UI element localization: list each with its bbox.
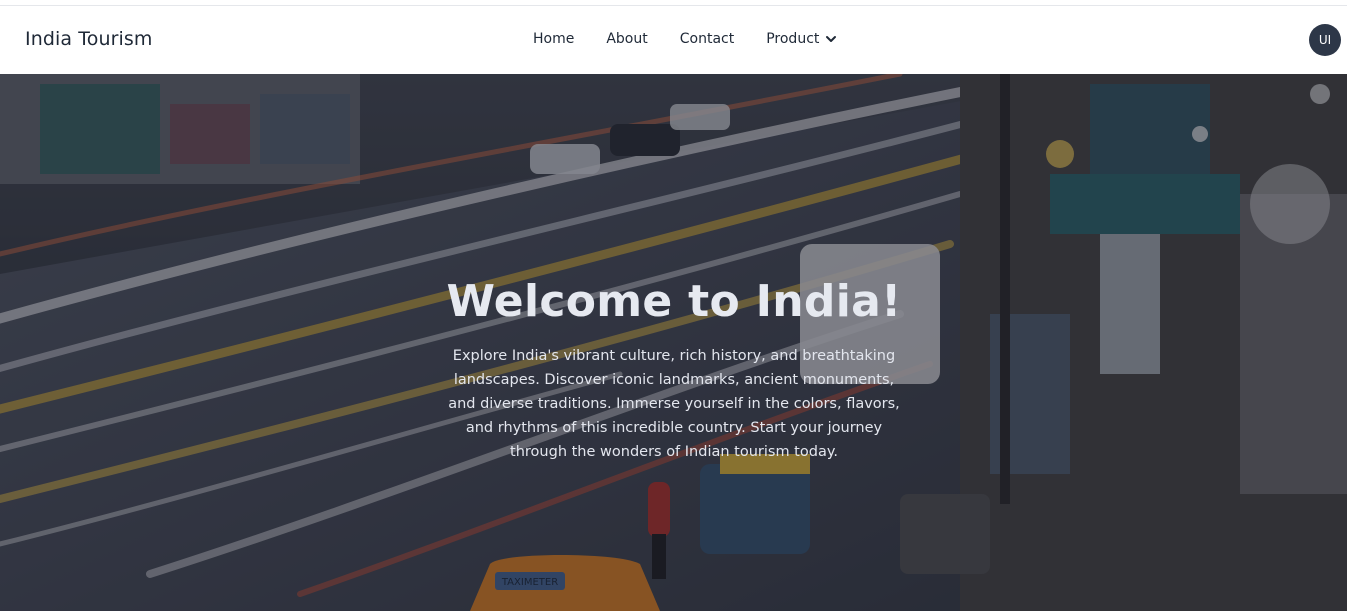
nav-product-dropdown[interactable]: Product: [766, 31, 837, 47]
hero-description: Explore India's vibrant culture, rich hi…: [448, 348, 900, 460]
hero-title: Welcome to India!: [446, 276, 902, 327]
nav-contact[interactable]: Contact: [680, 31, 734, 47]
chevron-down-icon: [826, 36, 837, 42]
user-avatar[interactable]: UI: [1309, 24, 1341, 56]
hero-section: TAXIMETER Welcome to India! Explore Indi…: [0, 74, 1347, 611]
navbar: India Tourism Home About Contact Product…: [0, 6, 1347, 74]
hero-content: Welcome to India! Explore India's vibran…: [440, 274, 908, 464]
nav-product-label: Product: [766, 31, 820, 47]
brand-logo[interactable]: India Tourism: [25, 28, 153, 50]
nav-home[interactable]: Home: [533, 31, 574, 47]
nav-about[interactable]: About: [606, 31, 647, 47]
main-nav: Home About Contact Product: [533, 31, 837, 47]
